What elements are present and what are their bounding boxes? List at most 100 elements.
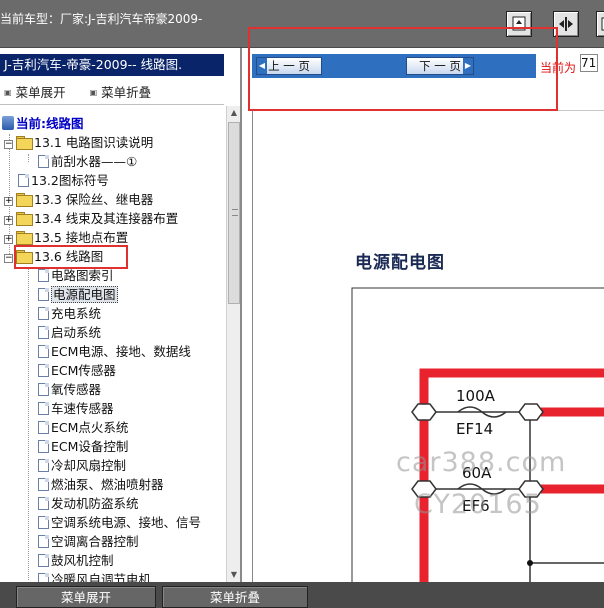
page-icon xyxy=(38,383,49,396)
tree-item-ecm-power[interactable]: ECM电源、接地、数据线 xyxy=(38,342,191,361)
tree-item-ecm-ignition[interactable]: ECM点火系统 xyxy=(38,418,128,437)
tree-item-label: 燃油泵、燃油喷射器 xyxy=(51,477,164,492)
tree-item-wiper[interactable]: 前刮水器——① xyxy=(38,152,137,171)
tree-item-circuit-index[interactable]: 电路图索引 xyxy=(38,266,114,285)
page-icon xyxy=(38,440,49,453)
root-book-icon xyxy=(2,116,14,130)
vehicle-title: 当前车型：厂家:J-吉利汽车帝豪2009- xyxy=(0,12,203,26)
tree-item-label: 电路图索引 xyxy=(51,268,114,283)
page-icon xyxy=(38,516,49,529)
tree-item-charging[interactable]: 充电系统 xyxy=(38,304,101,323)
footer-collapse-button[interactable]: 菜单折叠 xyxy=(162,586,308,608)
app-window: 当前车型：厂家:J-吉利汽车帝豪2009- J-吉利汽车-帝豪-2009-- 线… xyxy=(0,0,604,608)
tree-item-cooling-fan[interactable]: 冷却风扇控制 xyxy=(38,456,126,475)
tree-item-blower[interactable]: 鼓风机控制 xyxy=(38,551,114,570)
tree-item-label: 13.4 线束及其连接器布置 xyxy=(34,211,179,226)
page-icon xyxy=(38,402,49,415)
collapse-all-link[interactable]: ▣ 菜单折叠 xyxy=(90,85,162,100)
expand-all-label: 菜单展开 xyxy=(15,85,66,100)
tree-item-label: 13.5 接地点布置 xyxy=(34,230,129,245)
page-icon xyxy=(38,459,49,472)
tree-item-label: 冷暖风自调节电机 xyxy=(51,572,152,582)
sidebar-title: J-吉利汽车-帝豪-2009-- 线路图. xyxy=(0,54,224,76)
page-icon xyxy=(38,326,49,339)
tree-item-ecm-device[interactable]: ECM设备控制 xyxy=(38,437,128,456)
tree-item-hvac-motor[interactable]: 冷暖风自调节电机 xyxy=(38,570,151,582)
sidebar-menu-links: ▣ 菜单展开 ▣ 菜单折叠 xyxy=(4,82,171,101)
tree-item-label: 空调系统电源、接地、信号 xyxy=(51,515,202,530)
scroll-up-icon[interactable]: ▲ xyxy=(228,107,240,119)
grip-icon xyxy=(232,209,238,216)
tree-item-13-2[interactable]: 13.2图标符号 xyxy=(18,171,109,190)
fuse-ef14-id: EF14 xyxy=(456,420,493,438)
tree-item-ac-clutch[interactable]: 空调离合器控制 xyxy=(38,532,139,551)
scrollbar-thumb[interactable] xyxy=(228,122,240,304)
window-icon xyxy=(601,17,604,31)
tree-item-label: 充电系统 xyxy=(51,306,102,321)
expand-toggle-icon[interactable]: + xyxy=(4,235,13,244)
tree-item-label: ECM点火系统 xyxy=(51,420,129,435)
page-icon xyxy=(18,174,29,187)
tree-item-label: ECM传感器 xyxy=(51,363,116,378)
tree-item-label: 冷却风扇控制 xyxy=(51,458,127,473)
footer-bar: 菜单展开 菜单折叠 xyxy=(0,582,604,608)
terminal-left-1 xyxy=(411,403,437,421)
page-icon xyxy=(38,364,49,377)
tree-item-label: 前刮水器——① xyxy=(51,154,138,169)
sidebar-divider xyxy=(0,104,224,105)
page-icon xyxy=(38,307,49,320)
folder-icon xyxy=(16,212,33,226)
page-icon xyxy=(38,155,49,168)
footer-expand-button[interactable]: 菜单展开 xyxy=(16,586,156,608)
scroll-down-icon[interactable]: ▼ xyxy=(228,569,240,581)
tree-item-label: 13.3 保险丝、继电器 xyxy=(34,192,154,207)
terminal-right-1 xyxy=(518,403,544,421)
page-icon xyxy=(38,269,49,282)
tree-item-label: 电源配电图 xyxy=(51,286,118,303)
collapse-toggle-icon[interactable]: − xyxy=(4,254,13,263)
watermark-domain: car388.com xyxy=(396,447,567,478)
tree-item-label: 鼓风机控制 xyxy=(51,553,114,568)
tree-item-speed-sensor[interactable]: 车速传感器 xyxy=(38,399,114,418)
tree-item-label: 氧传感器 xyxy=(51,382,102,397)
collapse-toggle-icon[interactable]: − xyxy=(4,140,13,149)
tree-item-power-distribution[interactable]: 电源配电图 xyxy=(38,285,118,304)
tree-item-label: ECM设备控制 xyxy=(51,439,129,454)
tree-guide xyxy=(28,268,29,580)
watermark-code: CY20165 xyxy=(414,489,542,520)
chapter-tree: 当前:线路图 − 13.1 电路图识读说明 前刮水器——① 13.2图标符号 +1… xyxy=(0,114,226,582)
page-icon xyxy=(38,478,49,491)
fuse-ef14-rating: 100A xyxy=(456,387,496,405)
sidebar: J-吉利汽车-帝豪-2009-- 线路图. ▣ 菜单展开 ▣ 菜单折叠 当前:线路图… xyxy=(0,48,242,582)
folder-open-icon xyxy=(16,136,33,150)
tree-item-starting[interactable]: 启动系统 xyxy=(38,323,101,342)
page-icon xyxy=(38,345,49,358)
junction-dot xyxy=(527,560,533,566)
expand-all-link[interactable]: ▣ 菜单展开 xyxy=(4,85,76,100)
folder-icon xyxy=(16,231,33,245)
tree-item-fuel-pump[interactable]: 燃油泵、燃油喷射器 xyxy=(38,475,164,494)
split-view-icon xyxy=(559,17,573,31)
expand-toggle-icon[interactable]: + xyxy=(4,197,13,206)
tree-item-label: 空调离合器控制 xyxy=(51,534,139,549)
folder-icon xyxy=(16,193,33,207)
expand-toggle-icon[interactable]: + xyxy=(4,216,13,225)
tree-item-label: 13.1 电路图识读说明 xyxy=(34,135,154,150)
expand-box-icon: ▣ xyxy=(4,88,12,97)
page-icon xyxy=(38,497,49,510)
tree-item-13-1[interactable]: − 13.1 电路图识读说明 xyxy=(4,133,153,152)
page-icon xyxy=(38,535,49,548)
tree-item-label: 启动系统 xyxy=(51,325,102,340)
tree-item-immobilizer[interactable]: 发动机防盗系统 xyxy=(38,494,139,513)
page-icon xyxy=(38,573,49,582)
tree-item-label: ECM电源、接地、数据线 xyxy=(51,344,191,359)
tree-root[interactable]: 当前:线路图 xyxy=(2,114,84,133)
tree-item-ac-power[interactable]: 空调系统电源、接地、信号 xyxy=(38,513,201,532)
tree-item-label: 车速传感器 xyxy=(51,401,114,416)
tree-item-13-4[interactable]: +13.4 线束及其连接器布置 xyxy=(4,209,178,228)
sidebar-scrollbar[interactable]: ▲ ▼ xyxy=(226,106,240,582)
tree-item-oxygen-sensor[interactable]: 氧传感器 xyxy=(38,380,101,399)
tree-item-ecm-sensors[interactable]: ECM传感器 xyxy=(38,361,116,380)
window-button[interactable] xyxy=(596,11,604,37)
tree-item-13-3[interactable]: +13.3 保险丝、继电器 xyxy=(4,190,153,209)
